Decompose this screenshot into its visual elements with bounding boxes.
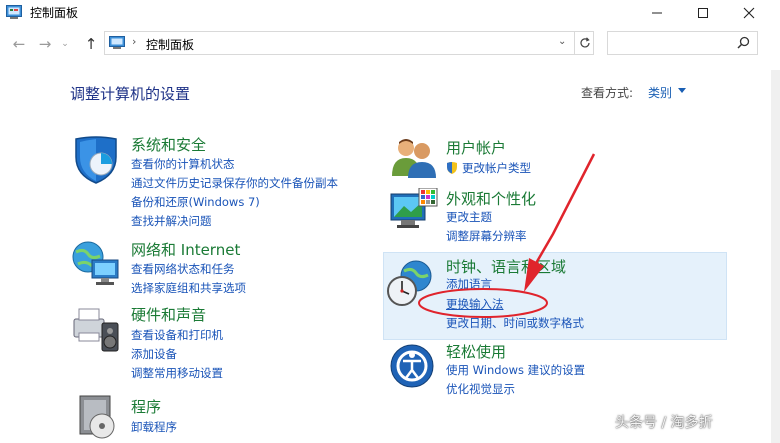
annotation-arrow	[533, 153, 596, 266]
annotation-circle	[418, 288, 548, 318]
watermark: 头条号 / 淘多折	[615, 415, 713, 431]
annotation-arrow-head	[524, 258, 544, 292]
vertical-scrollbar[interactable]	[771, 70, 780, 443]
annotation-overlay	[418, 153, 596, 318]
